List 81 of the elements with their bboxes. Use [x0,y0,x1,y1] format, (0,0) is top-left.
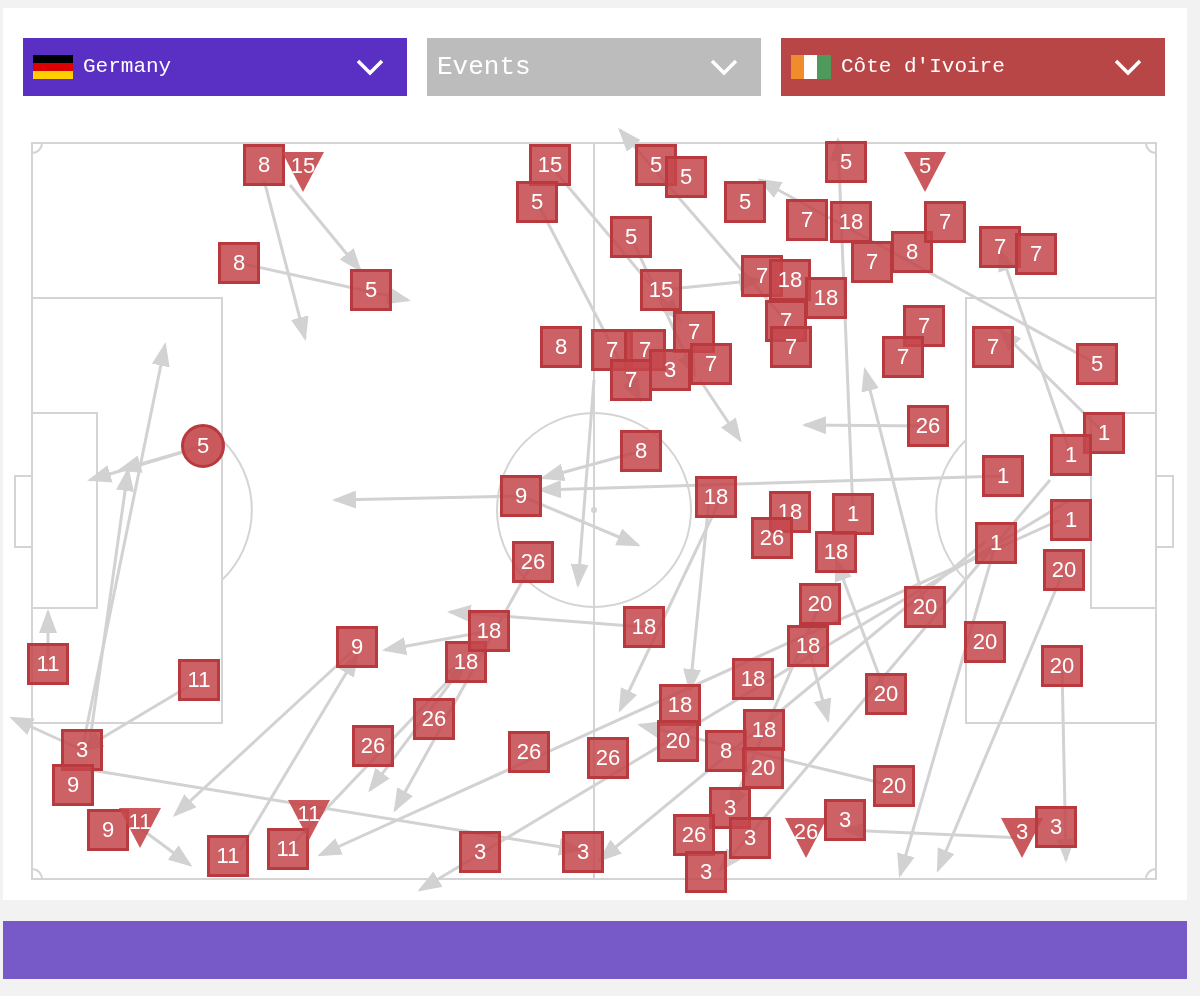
player-marker: 3 [729,817,771,859]
chevron-down-icon [1113,58,1143,76]
player-marker: 8 [540,326,582,368]
player-marker: 9 [500,475,542,517]
player-marker: 7 [786,199,828,241]
player-marker: 11 [207,835,249,877]
player-marker: 18 [468,610,510,652]
player-marker: 5 [350,269,392,311]
player-marker: 26 [751,517,793,559]
player-marker: 8 [243,144,285,186]
player-marker: 7 [924,201,966,243]
player-marker: 7 [882,336,924,378]
player-marker: 20 [865,673,907,715]
player-marker: 8 [620,430,662,472]
player-marker: 7 [690,343,732,385]
player-marker: 7 [610,359,652,401]
player-marker: 20 [1041,645,1083,687]
player-marker: 9 [336,626,378,668]
player-marker: 8 [218,242,260,284]
player-marker: 18 [787,625,829,667]
chevron-down-icon [355,58,385,76]
player-marker: 3 [649,349,691,391]
player-marker: 11 [27,643,69,685]
player-marker: 1 [982,455,1024,497]
player-marker: 1 [1050,434,1092,476]
player-marker: 18 [743,709,785,751]
player-marker: 15 [282,152,324,192]
player-marker: 5 [904,152,946,192]
player-marker: 3 [824,799,866,841]
player-marker: 7 [972,326,1014,368]
player-marker: 5 [610,216,652,258]
player-marker: 3 [1035,806,1077,848]
player-marker: 5 [825,141,867,183]
player-marker: 3 [685,851,727,893]
player-marker: 20 [1043,549,1085,591]
player-marker: 26 [785,818,827,858]
player-marker: 26 [512,541,554,583]
player-marker: 9 [87,809,129,851]
player-marker: 3 [562,831,604,873]
player-marker: 26 [508,731,550,773]
dropdown[interactable]: Germany [23,38,407,96]
player-marker: 18 [805,277,847,319]
player-marker: 18 [732,658,774,700]
player-marker: 5 [665,156,707,198]
player-marker: 18 [769,259,811,301]
player-marker: 11 [267,828,309,870]
flag-icon [33,55,73,79]
player-marker: 7 [851,241,893,283]
player-marker: 9 [52,764,94,806]
player-marker: 18 [815,531,857,573]
player-marker: 15 [640,269,682,311]
player-marker: 1 [975,522,1017,564]
player-marker: 5 [516,181,558,223]
player-marker: 20 [657,720,699,762]
player-marker: 26 [587,737,629,779]
player-marker: 18 [695,476,737,518]
player-marker: 1 [832,493,874,535]
flag-icon [791,55,831,79]
chevron-down-icon [709,58,739,76]
player-marker: 26 [673,814,715,856]
player-marker: 5 [724,181,766,223]
player-marker: 1 [1050,499,1092,541]
player-marker: 20 [799,583,841,625]
player-marker: 8 [891,231,933,273]
player-marker: 20 [964,621,1006,663]
player-marker: 26 [907,405,949,447]
player-marker: 7 [770,326,812,368]
player-marker: 15 [529,144,571,186]
player-marker: 18 [830,201,872,243]
player-marker: 18 [623,606,665,648]
player-marker: 7 [1015,233,1057,275]
player-marker: 5 [181,424,225,468]
player-marker: 20 [873,765,915,807]
player-marker: 26 [352,725,394,767]
player-marker: 11 [178,659,220,701]
dropdown[interactable]: Côte d'Ivoire [781,38,1165,96]
player-marker: 3 [459,831,501,873]
player-marker: 20 [904,586,946,628]
player-marker: 5 [1076,343,1118,385]
player-marker: 20 [742,747,784,789]
player-marker: 26 [413,698,455,740]
